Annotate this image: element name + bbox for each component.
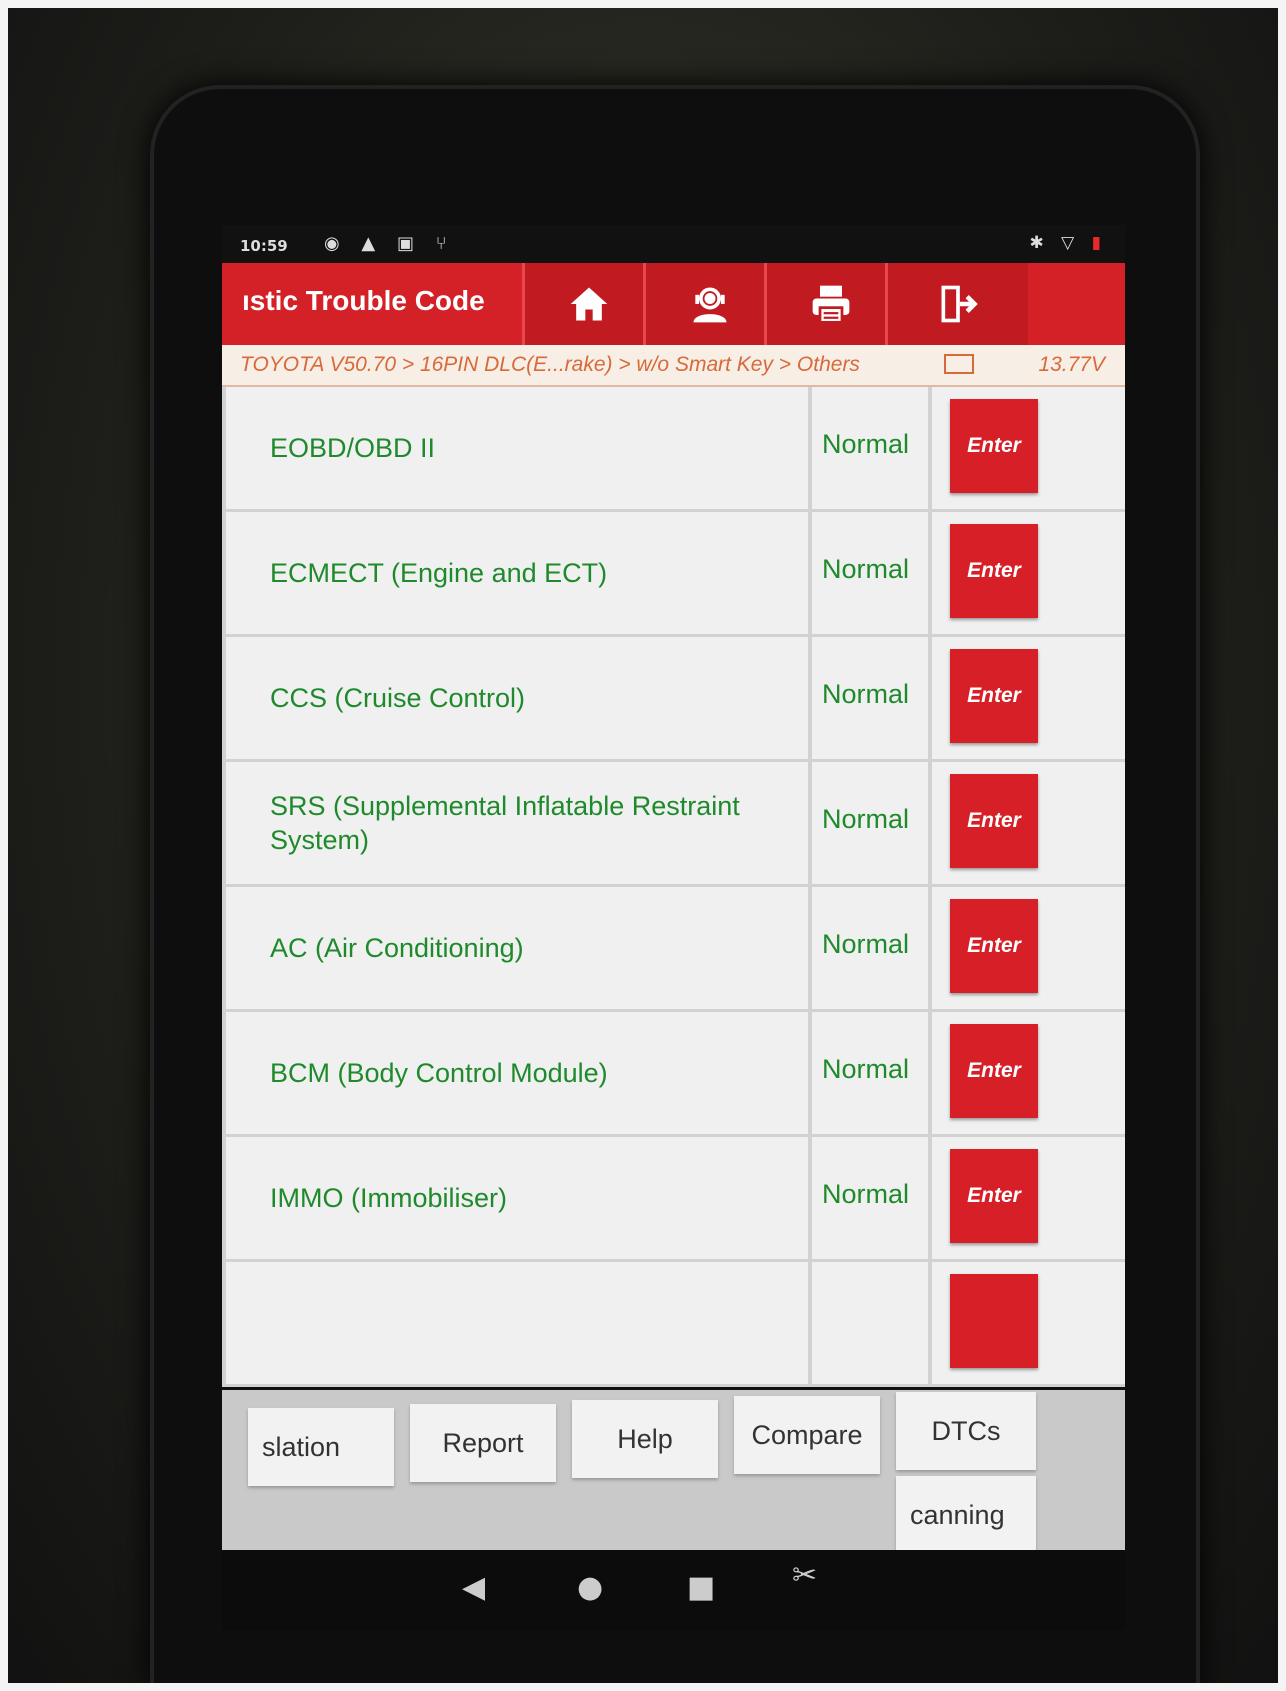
photo-frame — [0, 0, 1286, 1691]
